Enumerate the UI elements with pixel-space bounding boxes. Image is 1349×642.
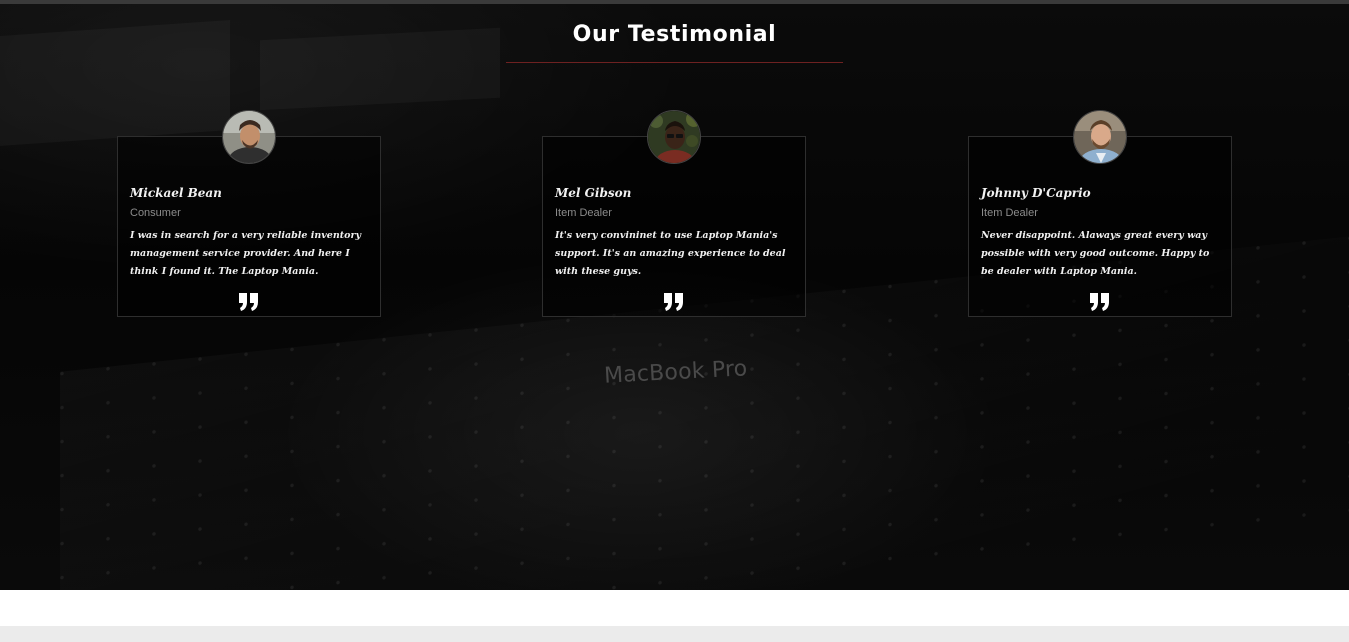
- section-title: Our Testimonial: [572, 22, 777, 47]
- person-avatar-icon: [1074, 111, 1126, 163]
- person-role: Item Dealer: [555, 207, 612, 219]
- person-name: Mel Gibson: [555, 186, 632, 200]
- person-name: Mickael Bean: [130, 186, 222, 200]
- testimonial-text: I was in search for a very reliable inve…: [130, 230, 361, 277]
- avatar: [222, 110, 276, 164]
- testimonial-section: MacBook Pro Our Testimonial Mickael Bean…: [0, 4, 1349, 590]
- person-role: Item Dealer: [981, 207, 1038, 219]
- quote-close-icon: [239, 293, 258, 311]
- person-role: Consumer: [130, 207, 181, 219]
- person-avatar-icon: [648, 111, 700, 163]
- testimonial-card: Mel Gibson Item Dealer It's very convini…: [542, 110, 806, 317]
- quote-close-icon: [664, 293, 683, 311]
- page-spacer: [0, 590, 1349, 626]
- avatar: [647, 110, 701, 164]
- testimonial-card: Mickael Bean Consumer I was in search fo…: [117, 110, 381, 317]
- title-divider: [506, 62, 843, 63]
- testimonial-text: Never disappoint. Alaways great every wa…: [981, 230, 1210, 277]
- quote-close-icon: [1090, 293, 1109, 311]
- person-avatar-icon: [223, 111, 275, 163]
- person-name: Johnny D'Caprio: [981, 186, 1091, 200]
- testimonial-text: It's very convininet to use Laptop Mania…: [555, 230, 786, 277]
- avatar: [1073, 110, 1127, 164]
- bottom-strip: [0, 626, 1349, 642]
- testimonial-card: Johnny D'Caprio Item Dealer Never disapp…: [968, 110, 1232, 317]
